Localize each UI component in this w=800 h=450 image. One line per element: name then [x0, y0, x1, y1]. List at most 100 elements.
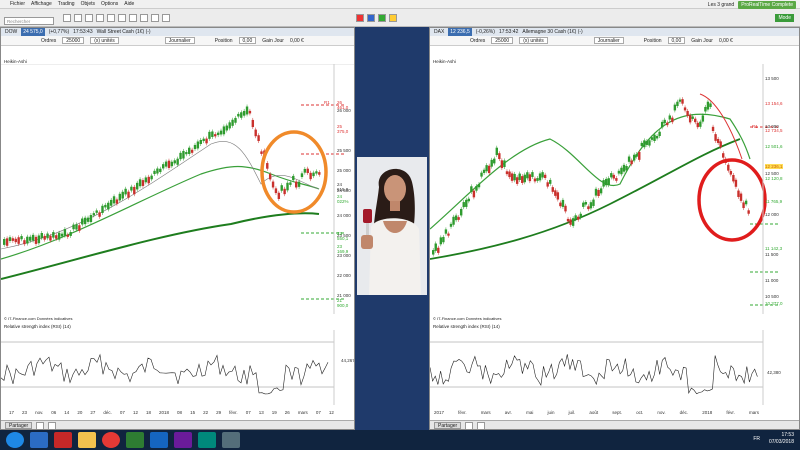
right-rsi-chart[interactable]: [430, 330, 800, 405]
chrome-icon[interactable]: [102, 432, 120, 448]
candle: [17, 237, 20, 244]
system-clock[interactable]: 17:53 07/03/2018: [769, 432, 794, 446]
candle: [459, 208, 463, 216]
right-last-price: 12 236,5: [448, 28, 472, 36]
app-icon[interactable]: [222, 432, 240, 448]
menu-trading[interactable]: Trading: [58, 1, 75, 7]
candle: [83, 217, 87, 225]
period-select[interactable]: Journalier: [593, 37, 624, 44]
color-green-icon[interactable]: [378, 13, 386, 22]
right-change: (-0,26%): [475, 29, 495, 35]
tool-ellipse-icon[interactable]: [140, 13, 148, 22]
tool-rect-icon[interactable]: [129, 13, 137, 22]
folder-icon[interactable]: [78, 432, 96, 448]
menu-help[interactable]: Aide: [124, 1, 134, 7]
candle: [655, 135, 659, 139]
menu-file[interactable]: Fichier: [10, 1, 25, 7]
x-tick: 12: [132, 410, 138, 415]
menu-options[interactable]: Options: [101, 1, 118, 7]
scroll-icon[interactable]: [477, 421, 486, 429]
workspace-label[interactable]: Les 3 grand: [708, 2, 734, 8]
candle: [135, 182, 139, 190]
language-indicator[interactable]: FR: [753, 436, 760, 442]
left-price-chart[interactable]: [1, 64, 355, 314]
orders-qty-input[interactable]: 25000: [491, 37, 514, 44]
candle: [457, 217, 460, 220]
candle: [37, 235, 41, 244]
units-select[interactable]: (x) unités: [90, 37, 119, 44]
units-select[interactable]: (x) unités: [519, 37, 548, 44]
toolbar: Mode: [0, 9, 800, 27]
candle: [8, 237, 12, 241]
candle: [477, 184, 481, 188]
price-tick: 25 000: [337, 168, 351, 173]
tool-text-icon[interactable]: [85, 13, 93, 22]
candle: [663, 119, 666, 124]
candle: [57, 232, 61, 240]
candle: [222, 126, 226, 135]
candle: [686, 110, 689, 116]
candle: [20, 236, 23, 240]
ie-icon[interactable]: [30, 432, 48, 448]
x-tick: 12: [328, 410, 334, 415]
candle: [531, 172, 534, 177]
right-price-chart[interactable]: [430, 64, 800, 314]
tool-channel-icon[interactable]: [118, 13, 126, 22]
color-red-icon[interactable]: [356, 13, 364, 22]
candle: [11, 238, 15, 241]
candle: [46, 233, 49, 239]
color-yellow-icon[interactable]: [389, 13, 397, 22]
candle: [612, 174, 616, 179]
tool-cursor-icon[interactable]: [63, 13, 71, 22]
candle: [303, 168, 307, 173]
scroll-icon[interactable]: [48, 421, 57, 429]
x-tick: mars: [480, 410, 491, 415]
period-select[interactable]: Journalier: [164, 37, 195, 44]
media-icon[interactable]: [54, 432, 72, 448]
right-x-axis: 2017 févr. mars avr. mai juin juil. août sept. oc…: [434, 410, 759, 415]
candle: [638, 151, 641, 160]
x-tick: nov.: [35, 410, 44, 415]
left-time: 17:53:43: [73, 29, 93, 35]
menu-view[interactable]: Affichage: [31, 1, 52, 7]
x-tick: 14: [64, 410, 70, 415]
candle: [597, 189, 600, 196]
app-icon[interactable]: [126, 432, 144, 448]
candle: [40, 233, 43, 239]
x-tick: mars: [297, 410, 308, 415]
candle: [159, 168, 162, 173]
start-button-icon[interactable]: [6, 432, 24, 448]
tool-fib-icon[interactable]: [107, 13, 115, 22]
candle: [699, 121, 702, 127]
candle: [490, 159, 493, 167]
mode-button[interactable]: Mode: [775, 13, 794, 22]
app-icon[interactable]: [174, 432, 192, 448]
zoom-icon[interactable]: [36, 421, 45, 429]
candle: [635, 154, 638, 157]
tool-line-icon[interactable]: [74, 13, 82, 22]
orders-qty-input[interactable]: 25000: [62, 37, 85, 44]
orders-label: Ordres: [470, 37, 486, 44]
menu-objects[interactable]: Objets: [81, 1, 95, 7]
left-rsi-chart[interactable]: [1, 330, 355, 405]
search-input[interactable]: Rechercher: [4, 17, 54, 25]
color-blue-icon[interactable]: [367, 13, 375, 22]
left-chart-window: DOW 24 575,0 (+0,77%) 17:53:43 Wall Stre…: [0, 27, 355, 430]
candle: [574, 215, 577, 220]
candle: [164, 161, 168, 167]
tool-zoom-icon[interactable]: [96, 13, 104, 22]
candle: [289, 182, 292, 185]
left-bottom-bar: Partager: [1, 420, 354, 429]
candle: [666, 122, 669, 126]
zoom-icon[interactable]: [465, 421, 474, 429]
share-button[interactable]: Partager: [5, 422, 33, 429]
share-button[interactable]: Partager: [434, 422, 462, 429]
app-icon[interactable]: [150, 432, 168, 448]
candle: [49, 235, 52, 241]
candle: [737, 190, 740, 197]
tool-delete-icon[interactable]: [162, 13, 170, 22]
app-icon[interactable]: [198, 432, 216, 448]
tool-arrow-icon[interactable]: [151, 13, 159, 22]
candle: [63, 229, 67, 236]
right-candles: [432, 97, 750, 257]
